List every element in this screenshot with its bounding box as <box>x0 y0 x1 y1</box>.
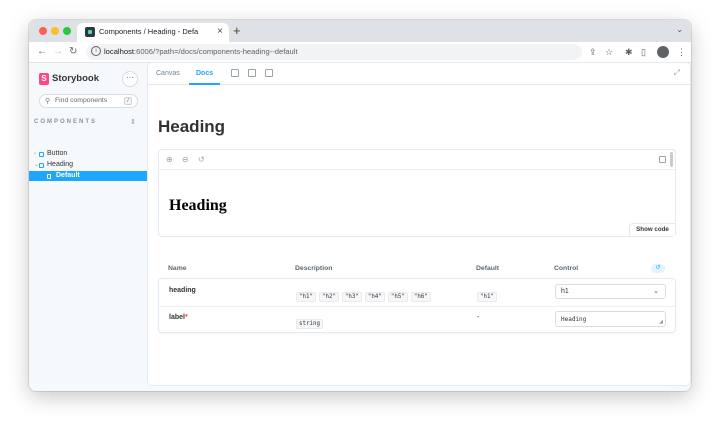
browser-tab[interactable]: Components / Heading - Defa × <box>77 23 229 42</box>
args-table: heading "h1" "h2" "h3" "h4" "h5" "h6" "h1" h1… <box>158 278 676 333</box>
browser-toolbar: ← → ↻ i localhost:6006/?path=/docs/compo… <box>29 42 691 63</box>
sidebar-item-label: Button <box>47 150 68 157</box>
active-tab-indicator <box>189 83 220 85</box>
sidebar-menu-button[interactable]: ··· <box>122 71 138 87</box>
search-input[interactable]: ⚲ Find components / <box>39 94 138 108</box>
select-value: h1 <box>561 288 569 295</box>
sidebar-item-label: Default <box>56 172 80 179</box>
default-value-label: - <box>477 314 480 321</box>
url-text[interactable]: localhost:6006/?path=/docs/components-he… <box>104 47 298 56</box>
zoom-in-icon[interactable]: ⊕ <box>166 155 173 164</box>
preview-toolbar: ⊕ ⊖ ↺ <box>159 150 675 170</box>
option-value: "h6" <box>410 292 431 302</box>
column-header-control: Control <box>554 265 579 272</box>
fullscreen-icon[interactable]: ⤢ <box>674 68 680 78</box>
maximize-window-button[interactable] <box>63 27 71 35</box>
type-label: string <box>296 312 326 330</box>
zoom-out-icon[interactable]: ⊖ <box>182 155 189 164</box>
chevron-down-icon: ⌄ <box>653 288 659 295</box>
sidebar-item-label: Heading <box>47 161 74 168</box>
storybook-favicon-icon <box>85 27 95 37</box>
required-indicator: * <box>184 314 188 321</box>
share-icon[interactable]: ⇪ <box>589 46 597 58</box>
resize-handle-icon[interactable]: ◢ <box>659 319 663 325</box>
back-arrow-icon[interactable]: ← <box>37 45 47 59</box>
reset-controls-icon[interactable]: ↺ <box>651 264 665 273</box>
search-icon: ⚲ <box>45 98 51 105</box>
column-header-description: Description <box>295 265 333 272</box>
site-info-icon[interactable]: i <box>91 46 101 56</box>
section-heading-components[interactable]: COMPONENTS <box>34 119 97 125</box>
profile-avatar-icon[interactable] <box>657 46 669 58</box>
tab-strip: Components / Heading - Defa × + ⌄ <box>29 20 691 42</box>
browser-menu-icon[interactable]: ⋮ <box>677 46 686 58</box>
column-header-default: Default <box>476 265 500 272</box>
chevron-right-icon: › <box>34 151 36 157</box>
component-icon <box>39 152 44 157</box>
sidebar-item-default[interactable]: Default <box>29 171 148 181</box>
type-code: string <box>296 319 323 329</box>
row-divider <box>159 306 675 307</box>
show-code-button[interactable]: Show code <box>629 223 675 236</box>
grid-toggle-icon[interactable] <box>248 69 256 77</box>
minimize-window-button[interactable] <box>51 27 59 35</box>
arg-name-label: label* <box>169 314 188 321</box>
option-value: "h5" <box>387 292 408 302</box>
tab-search-chevron-icon[interactable]: ⌄ <box>676 25 683 34</box>
arg-name-text: label <box>169 314 185 321</box>
extensions-icon[interactable]: ✱ <box>625 46 633 58</box>
rendered-heading: Heading <box>169 197 227 214</box>
bookmark-star-icon[interactable]: ☆ <box>605 46 613 58</box>
storybook-logo-icon[interactable]: S <box>39 73 49 85</box>
story-icon <box>47 174 51 179</box>
forward-arrow-icon[interactable]: → <box>53 45 63 59</box>
brand-name[interactable]: Storybook <box>52 73 99 84</box>
heading-select[interactable]: h1 ⌄ <box>555 284 666 299</box>
tab-canvas[interactable]: Canvas <box>156 70 180 77</box>
option-value: "h1" <box>296 292 316 302</box>
scrollbar[interactable] <box>670 152 673 167</box>
sidebar-item-button[interactable]: › Button <box>29 149 148 159</box>
tab-docs[interactable]: Docs <box>196 70 213 77</box>
search-placeholder: Find components <box>55 97 108 104</box>
textarea-value: Heading <box>561 316 587 323</box>
option-value: "h4" <box>364 292 385 302</box>
browser-window: Components / Heading - Defa × + ⌄ ← → ↻ … <box>29 20 691 391</box>
default-value-heading: "h1" <box>477 285 500 303</box>
search-shortcut-hint: / <box>124 97 132 105</box>
close-window-button[interactable] <box>39 27 47 35</box>
outline-toggle-icon[interactable] <box>265 69 273 77</box>
panel-tabs: Canvas Docs ⤢ <box>148 63 690 85</box>
option-value: "h3" <box>341 292 362 302</box>
page-title: Heading <box>158 117 226 136</box>
component-icon <box>39 163 44 168</box>
tab-title: Components / Heading - Defa <box>99 27 199 36</box>
background-toggle-icon[interactable] <box>231 69 239 77</box>
heading-options: "h1" "h2" "h3" "h4" "h5" "h6" <box>296 285 434 303</box>
arg-name-heading: heading <box>169 287 196 294</box>
main-area: Canvas Docs ⤢ Heading ⊕ ⊖ ↺ Heading Show <box>148 63 691 391</box>
column-header-name: Name <box>168 265 187 272</box>
zoom-reset-icon[interactable]: ↺ <box>198 155 205 164</box>
docs-panel: Canvas Docs ⤢ Heading ⊕ ⊖ ↺ Heading Show <box>148 63 690 385</box>
storybook-sidebar: S Storybook ··· ⚲ Find components / COMP… <box>29 63 148 391</box>
story-preview: ⊕ ⊖ ↺ Heading Show code <box>158 149 676 237</box>
sidebar-item-heading[interactable]: ⌄ Heading <box>29 160 148 170</box>
label-textarea[interactable]: Heading ◢ <box>555 311 666 327</box>
side-panel-icon[interactable]: ▯ <box>641 46 646 58</box>
reload-icon[interactable]: ↻ <box>69 45 77 59</box>
option-value: "h2" <box>318 292 339 302</box>
expand-collapse-icon[interactable]: ⇕ <box>130 118 136 126</box>
close-tab-icon[interactable]: × <box>217 25 223 39</box>
open-in-new-icon[interactable] <box>659 156 666 163</box>
address-bar[interactable]: i localhost:6006/?path=/docs/components-… <box>86 44 582 60</box>
default-code: "h1" <box>477 292 497 302</box>
url-path: :6006/?path=/docs/components-heading--de… <box>133 47 298 56</box>
new-tab-icon[interactable]: + <box>233 23 241 39</box>
url-host: localhost <box>104 47 134 56</box>
